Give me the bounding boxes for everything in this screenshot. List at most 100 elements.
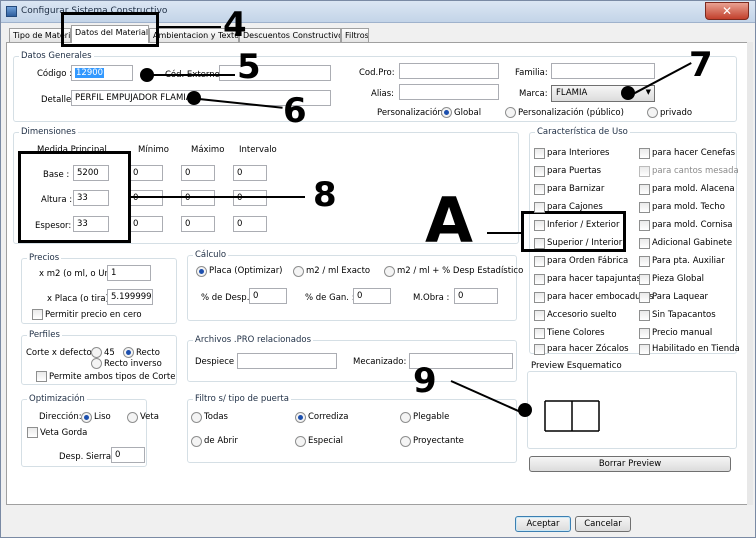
caracteristica-left-checkbox-1[interactable]: [534, 166, 545, 177]
caracteristica-left-checkbox-3[interactable]: [534, 202, 545, 213]
filtro-proyectante-label: Proyectante: [413, 436, 464, 446]
base-intervalo-input[interactable]: 0: [233, 165, 267, 181]
caracteristica-right-checkbox-3[interactable]: [639, 202, 650, 213]
pers-publico-radio[interactable]: [505, 107, 516, 118]
altura-minimo-input[interactable]: 0: [129, 190, 163, 206]
desp-input[interactable]: 0: [249, 288, 287, 304]
tab-filtros[interactable]: Filtros: [341, 28, 369, 42]
caracteristica-right-checkbox-8[interactable]: [639, 292, 650, 303]
filtro-title: Filtro s/ tipo de puerta: [193, 394, 291, 404]
caracteristica-right-checkbox-7[interactable]: [639, 274, 650, 285]
callout-line-5: [153, 74, 235, 76]
altura-intervalo-input[interactable]: 0: [233, 190, 267, 206]
filtro-todas-radio[interactable]: [191, 412, 202, 423]
filtro-de-abrir-radio[interactable]: [191, 436, 202, 447]
espesor-minimo-input[interactable]: 0: [129, 216, 163, 232]
main-window: Configurar Sistema Constructivo ✕ Tipo d…: [0, 0, 756, 538]
dir-veta-radio[interactable]: [127, 412, 138, 423]
corte-recto-inverso-radio[interactable]: [91, 358, 102, 369]
chevron-down-icon: ▼: [645, 88, 651, 96]
caracteristica-right-checkbox-0[interactable]: [639, 148, 650, 159]
despiece-input[interactable]: [237, 353, 337, 369]
marca-dropdown[interactable]: FLAMIA ▼: [551, 85, 655, 102]
tab-descuentos[interactable]: Descuentos Constructivos: [239, 28, 341, 42]
filtro-corrediza-radio[interactable]: [295, 412, 306, 423]
caracteristica-right-checkbox-5[interactable]: [639, 238, 650, 249]
base-minimo-input[interactable]: 0: [129, 165, 163, 181]
close-button[interactable]: ✕: [705, 2, 749, 20]
cod-externo-input[interactable]: [219, 65, 331, 81]
caracteristica-left-label-2: para Barnizar: [547, 184, 605, 194]
espesor-intervalo-input[interactable]: 0: [233, 216, 267, 232]
callout-9: 9: [413, 361, 437, 401]
caracteristica-right-checkbox-6[interactable]: [639, 256, 650, 267]
preview-schematic: [544, 400, 600, 432]
ambos-cortes-checkbox[interactable]: [36, 371, 47, 382]
caracteristica-left-checkbox-7[interactable]: [534, 274, 545, 285]
espesor-maximo-input[interactable]: 0: [181, 216, 215, 232]
filtro-especial-radio[interactable]: [295, 436, 306, 447]
codigo-input[interactable]: 12900: [71, 65, 133, 81]
caracteristica-left-checkbox-11[interactable]: [534, 344, 545, 355]
caracteristica-left-label-10: Tiene Colores: [547, 328, 605, 338]
caracteristica-right-checkbox-10[interactable]: [639, 328, 650, 339]
preview-canvas: [529, 373, 609, 445]
dir-liso-radio[interactable]: [81, 412, 92, 423]
pers-privado-radio[interactable]: [647, 107, 658, 118]
datos-generales-title: Datos Generales: [19, 51, 94, 61]
pers-privado-label: privado: [660, 108, 693, 118]
mobra-input[interactable]: 0: [454, 288, 498, 304]
corte-label: Corte x defecto:: [26, 348, 95, 358]
callout-a: A: [425, 184, 473, 257]
filtro-plegable-radio[interactable]: [400, 412, 411, 423]
caracteristica-left-checkbox-5[interactable]: [534, 238, 545, 249]
caracteristica-left-checkbox-6[interactable]: [534, 256, 545, 267]
caracteristica-left-checkbox-8[interactable]: [534, 292, 545, 303]
marca-label: Marca:: [519, 89, 548, 99]
desp-sierra-label: Desp. Sierra:: [59, 452, 114, 462]
filtro-proyectante-radio[interactable]: [400, 436, 411, 447]
altura-maximo-input[interactable]: 0: [181, 190, 215, 206]
caracteristica-left-label-8: para hacer embocaduras: [547, 292, 654, 302]
base-maximo-input[interactable]: 0: [181, 165, 215, 181]
perfiles-title: Perfiles: [27, 330, 62, 340]
calculo-estadistico-radio[interactable]: [384, 266, 395, 277]
alias-input[interactable]: [399, 84, 499, 100]
caracteristica-right-label-3: para mold. Techo: [652, 202, 725, 212]
veta-gorda-checkbox[interactable]: [27, 427, 38, 438]
desp-sierra-input[interactable]: 0: [111, 447, 145, 463]
cancelar-button[interactable]: Cancelar: [575, 516, 631, 532]
calculo-exacto-radio[interactable]: [293, 266, 304, 277]
codigo-label: Código :: [37, 69, 73, 79]
gan-input[interactable]: 0: [353, 288, 391, 304]
permitir-precio-cero-checkbox[interactable]: [32, 309, 43, 320]
caracteristica-right-checkbox-2[interactable]: [639, 184, 650, 195]
caracteristica-left-checkbox-0[interactable]: [534, 148, 545, 159]
caracteristica-left-checkbox-9[interactable]: [534, 310, 545, 321]
borrar-preview-button[interactable]: Borrar Preview: [529, 456, 731, 472]
pers-global-radio[interactable]: [441, 107, 452, 118]
cod-pro-input[interactable]: [399, 63, 499, 79]
caracteristica-right-checkbox-4[interactable]: [639, 220, 650, 231]
corte-recto-radio[interactable]: [123, 347, 134, 358]
xplaca-input[interactable]: 5.1999998(: [107, 289, 153, 305]
calculo-placa-radio[interactable]: [196, 266, 207, 277]
tab-datos-material[interactable]: Datos del Material: [71, 25, 149, 43]
header-intervalo: Intervalo: [239, 145, 277, 155]
corte-45-radio[interactable]: [91, 347, 102, 358]
caracteristica-left-label-5: Superior / Interior: [547, 238, 623, 248]
aceptar-button[interactable]: Aceptar: [515, 516, 571, 532]
caracteristica-right-checkbox-9[interactable]: [639, 310, 650, 321]
header-minimo: Mínimo: [138, 145, 169, 155]
caracteristica-left-checkbox-10[interactable]: [534, 328, 545, 339]
precios-title: Precios: [27, 253, 62, 263]
xm2-input[interactable]: 1: [107, 265, 151, 281]
caracteristica-right-checkbox-1[interactable]: [639, 166, 650, 177]
caracteristica-right-label-0: para hacer Cenefas: [652, 148, 736, 158]
familia-input[interactable]: [551, 63, 655, 79]
caracteristica-right-checkbox-11[interactable]: [639, 344, 650, 355]
callout-6: 6: [283, 91, 307, 131]
dimensiones-title: Dimensiones: [19, 127, 78, 137]
caracteristica-left-checkbox-2[interactable]: [534, 184, 545, 195]
caracteristica-left-checkbox-4[interactable]: [534, 220, 545, 231]
